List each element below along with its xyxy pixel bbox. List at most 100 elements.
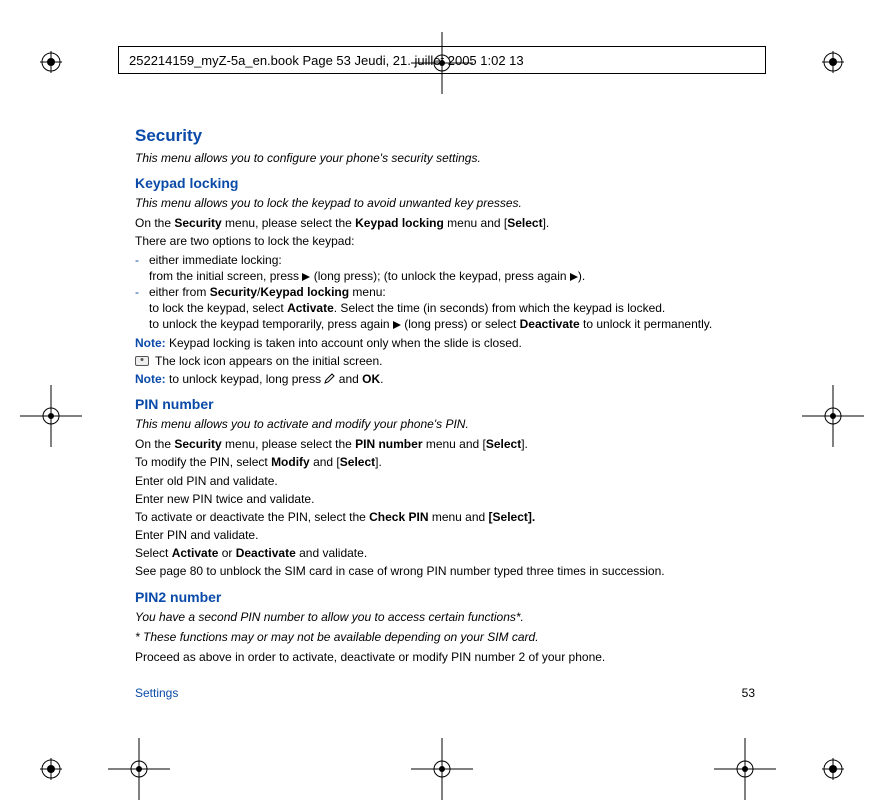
text: (long press); (to unlock the keypad, pre… <box>310 269 569 283</box>
text: to unlock the keypad temporarily, press … <box>149 316 755 332</box>
text: Keypad locking is taken into account onl… <box>166 336 522 350</box>
text: . Select the time (in seconds) from whic… <box>334 301 665 315</box>
keypad-intro: This menu allows you to lock the keypad … <box>135 195 755 211</box>
note-label: Note: <box>135 372 166 386</box>
reg-mark-bottom-right <box>822 758 844 780</box>
pin-line7: Select Activate or Deactivate and valida… <box>135 545 755 561</box>
keypad-options-lead: There are two options to lock the keypad… <box>135 233 755 249</box>
lock-icon <box>135 356 149 366</box>
section-heading-pin2: PIN2 number <box>135 588 755 607</box>
page-footer: Settings 53 <box>135 686 755 700</box>
keypad-note1: Note: Keypad locking is taken into accou… <box>135 335 755 351</box>
pin2-footnote: * These functions may or may not be avai… <box>135 629 755 645</box>
list-item-body: either from Security/Keypad locking menu… <box>149 284 755 333</box>
pin-intro: This menu allows you to activate and mod… <box>135 416 755 432</box>
text: PIN number <box>355 437 422 451</box>
text: menu, please select the <box>222 437 355 451</box>
crop-cross-bc <box>411 738 473 800</box>
text: to lock the keypad, select Activate. Sel… <box>149 300 755 316</box>
text: Deactivate <box>236 546 296 560</box>
text: Check PIN <box>369 510 428 524</box>
pin2-intro: You have a second PIN number to allow yo… <box>135 609 755 625</box>
play-arrow-icon <box>570 273 578 281</box>
text: On the <box>135 216 174 230</box>
text: To modify the PIN, select <box>135 455 271 469</box>
pin2-line1: Proceed as above in order to activate, d… <box>135 649 755 665</box>
keypad-option-list: - either immediate locking: from the ini… <box>135 252 755 333</box>
bullet-dash: - <box>135 284 149 333</box>
footer-page-number: 53 <box>742 686 755 700</box>
text: Select <box>486 437 521 451</box>
print-header-text: 252214159_myZ-5a_en.book Page 53 Jeudi, … <box>129 53 524 68</box>
text: ]. <box>521 437 528 451</box>
text: to unlock it permanently. <box>580 317 713 331</box>
text: Modify <box>271 455 310 469</box>
text: ). <box>578 269 585 283</box>
text: Security <box>174 437 221 451</box>
note-label: Note: <box>135 336 166 350</box>
page-intro: This menu allows you to configure your p… <box>135 150 755 166</box>
text: Security <box>210 285 257 299</box>
crop-cross-br <box>714 738 776 800</box>
text: Select <box>507 216 542 230</box>
text: either from Security/Keypad locking menu… <box>149 284 755 300</box>
pencil-icon <box>324 372 335 383</box>
text: and <box>335 372 362 386</box>
reg-mark-top-left <box>40 51 62 73</box>
text: ]. <box>375 455 382 469</box>
pin-line3: Enter old PIN and validate. <box>135 473 755 489</box>
text: To activate or deactivate the PIN, selec… <box>135 510 369 524</box>
bullet-dash: - <box>135 252 149 284</box>
pin-line4: Enter new PIN twice and validate. <box>135 491 755 507</box>
pin-line2: To modify the PIN, select Modify and [Se… <box>135 454 755 470</box>
text: from the initial screen, press <box>149 269 302 283</box>
text: The lock icon appears on the initial scr… <box>155 353 382 369</box>
keypad-note2: Note: to unlock keypad, long press and O… <box>135 371 755 387</box>
text: [Select]. <box>489 510 536 524</box>
pin-line5: To activate or deactivate the PIN, selec… <box>135 509 755 525</box>
crop-cross-left <box>20 385 82 447</box>
text: to lock the keypad, select <box>149 301 287 315</box>
keypad-select-line: On the Security menu, please select the … <box>135 215 755 231</box>
text: . <box>380 372 383 386</box>
section-heading-pin: PIN number <box>135 395 755 414</box>
text: Deactivate <box>520 317 580 331</box>
pin-line1: On the Security menu, please select the … <box>135 436 755 452</box>
text: On the <box>135 437 174 451</box>
text: or <box>218 546 235 560</box>
crop-cross-right <box>802 385 864 447</box>
text: menu and [ <box>422 437 485 451</box>
text: from the initial screen, press (long pre… <box>149 268 755 284</box>
text: to unlock the keypad temporarily, press … <box>149 317 393 331</box>
text: Keypad locking <box>355 216 444 230</box>
text: (long press) or select <box>401 317 520 331</box>
reg-mark-bottom-left <box>40 758 62 780</box>
crop-cross-bl <box>108 738 170 800</box>
text: and validate. <box>296 546 367 560</box>
list-item-body: either immediate locking: from the initi… <box>149 252 755 284</box>
reg-mark-top-right <box>822 51 844 73</box>
page-title: Security <box>135 125 755 148</box>
text: either from <box>149 285 210 299</box>
text: Security <box>174 216 221 230</box>
footer-section: Settings <box>135 686 178 700</box>
text: menu and [ <box>444 216 507 230</box>
pin-line8: See page 80 to unblock the SIM card in c… <box>135 563 755 579</box>
text: Activate <box>172 546 219 560</box>
lock-icon-line: The lock icon appears on the initial scr… <box>135 353 755 369</box>
text: Select <box>135 546 172 560</box>
pin-line6: Enter PIN and validate. <box>135 527 755 543</box>
page-body: Security This menu allows you to configu… <box>135 125 755 665</box>
text: and [ <box>310 455 340 469</box>
list-item: - either from Security/Keypad locking me… <box>135 284 755 333</box>
text: menu, please select the <box>222 216 355 230</box>
text: OK <box>362 372 380 386</box>
text: Keypad locking <box>260 285 349 299</box>
print-header-box: 252214159_myZ-5a_en.book Page 53 Jeudi, … <box>118 46 766 74</box>
text: to unlock keypad, long press <box>166 372 325 386</box>
text: either immediate locking: <box>149 252 755 268</box>
text: menu and <box>428 510 488 524</box>
text: menu: <box>349 285 386 299</box>
text: ]. <box>543 216 550 230</box>
text: Activate <box>287 301 334 315</box>
